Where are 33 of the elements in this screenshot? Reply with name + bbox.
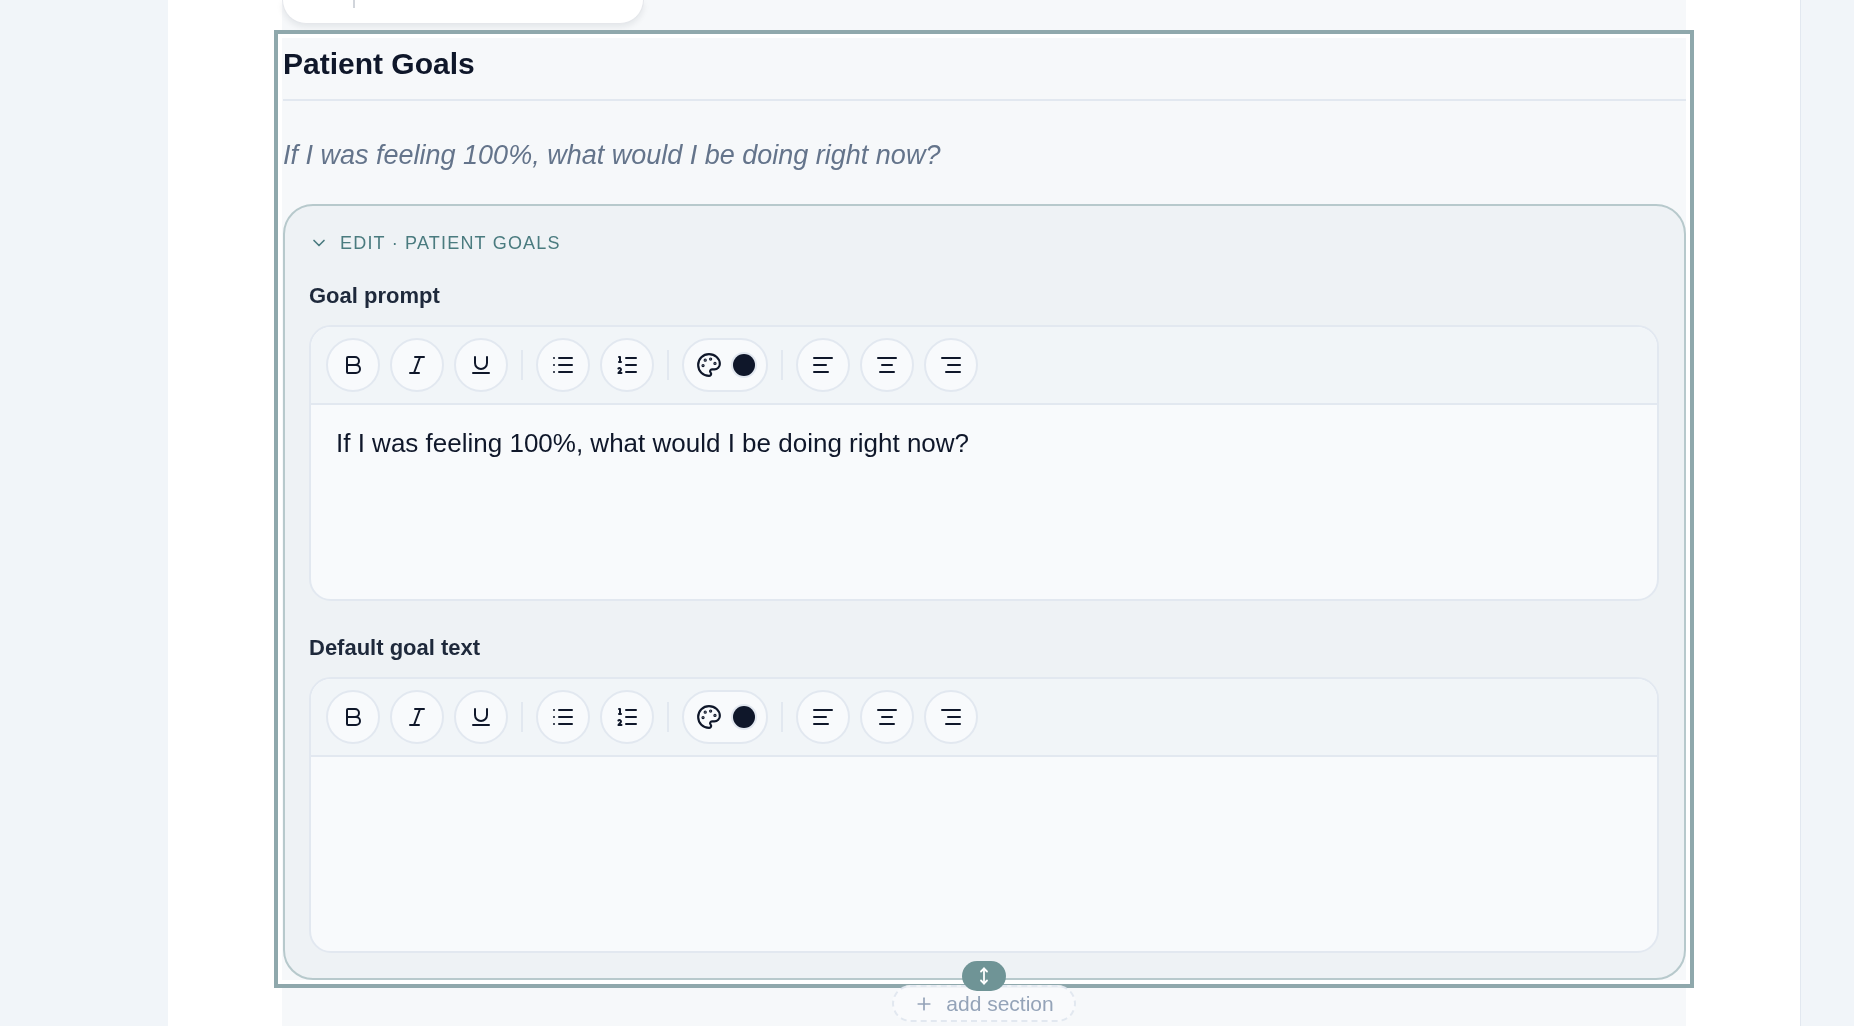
text-color-button[interactable] [682, 338, 768, 392]
bold-button[interactable] [326, 338, 380, 392]
underline-button[interactable] [454, 338, 508, 392]
italic-button[interactable] [390, 690, 444, 744]
align-center-button[interactable] [860, 690, 914, 744]
numbered-list-button[interactable] [600, 338, 654, 392]
palette-icon [695, 352, 722, 378]
color-swatch-icon [732, 706, 755, 728]
bullet-list-button[interactable] [536, 338, 590, 392]
palette-icon [695, 704, 722, 730]
align-center-button[interactable] [860, 338, 914, 392]
align-right-button[interactable] [924, 338, 978, 392]
underline-button[interactable] [454, 690, 508, 744]
bold-button[interactable] [326, 690, 380, 744]
italic-button[interactable] [390, 338, 444, 392]
underline-icon [469, 705, 493, 729]
edit-panel-toggle[interactable]: EDIT · PATIENT GOALS [309, 230, 561, 256]
bullet-list-button[interactable] [536, 690, 590, 744]
color-swatch-icon [732, 354, 755, 376]
numbered-list-icon [615, 705, 639, 729]
text-editor-field[interactable]: If I was feeling 100%, what would I be doing right now? [311, 405, 1657, 599]
field-label: Default goal text [309, 635, 481, 661]
align-left-button[interactable] [796, 690, 850, 744]
field-label: Goal prompt [309, 283, 440, 309]
text-color-button[interactable] [682, 690, 768, 744]
numbered-list-icon [615, 353, 639, 377]
section-title: Patient Goals [283, 46, 475, 82]
align-left-button[interactable] [796, 338, 850, 392]
underline-icon [469, 353, 493, 377]
align-right-button[interactable] [924, 690, 978, 744]
add-section-button[interactable]: add section [892, 985, 1076, 1022]
numbered-list-button[interactable] [600, 690, 654, 744]
section-prompt: If I was feeling 100%, what would I be doing right now? [283, 139, 941, 172]
